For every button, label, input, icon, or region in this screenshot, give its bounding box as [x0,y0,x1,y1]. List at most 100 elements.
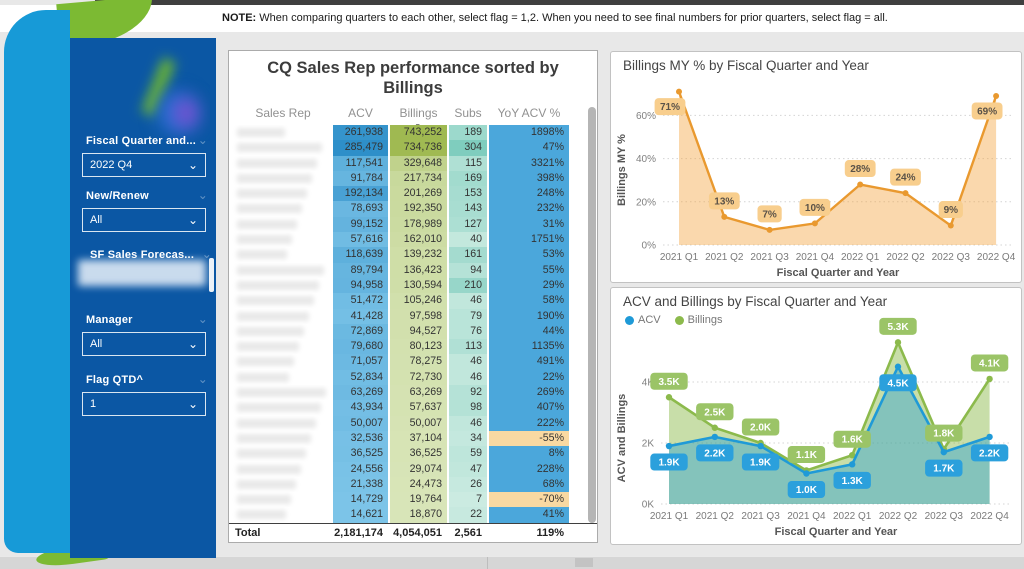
cell-sales-rep[interactable] [229,186,331,201]
sf-list-scrollbar[interactable] [209,258,214,292]
cell-sales-rep[interactable] [229,354,331,369]
cell-sales-rep[interactable] [229,217,331,232]
cell-acv[interactable]: 261,938 [333,125,388,140]
cell-billings[interactable]: 78,275 [390,354,447,369]
cell-billings[interactable]: 18,870 [390,507,447,522]
data-point[interactable] [986,376,992,382]
cell-acv[interactable]: 41,428 [333,309,388,324]
table-row[interactable]: 99,152178,98912731% [229,217,597,232]
cell-yoy-acv[interactable]: 190% [489,309,569,324]
cell-sales-rep[interactable] [229,446,331,461]
table-row[interactable]: 50,00750,00746222% [229,416,597,431]
cell-yoy-acv[interactable]: 41% [489,507,569,522]
data-point[interactable] [986,434,992,440]
table-row[interactable]: 14,72919,7647-70% [229,492,597,507]
cell-yoy-acv[interactable]: 248% [489,186,569,201]
manager-dropdown[interactable]: All⌄ [82,332,206,356]
cell-sales-rep[interactable] [229,247,331,262]
table-row[interactable]: 285,479734,73630447% [229,140,597,155]
table-row[interactable]: 192,134201,269153248% [229,186,597,201]
cell-sales-rep[interactable] [229,507,331,522]
cell-subs[interactable]: 46 [449,370,487,385]
cell-yoy-acv[interactable]: 44% [489,324,569,339]
cell-yoy-acv[interactable]: 55% [489,263,569,278]
cell-subs[interactable]: 169 [449,171,487,186]
cell-sales-rep[interactable] [229,385,331,400]
table-row[interactable]: 91,784217,734169398% [229,171,597,186]
cell-yoy-acv[interactable]: 68% [489,477,569,492]
table-row[interactable]: 51,472105,2464658% [229,293,597,308]
cell-yoy-acv[interactable]: 222% [489,416,569,431]
column-header-yoy-acv-[interactable]: YoY ACV % [489,103,569,125]
cell-billings[interactable]: 24,473 [390,477,447,492]
flag-qtd-dropdown[interactable]: 1⌄ [82,392,206,416]
cell-sales-rep[interactable] [229,339,331,354]
cell-sales-rep[interactable] [229,140,331,155]
cell-billings[interactable]: 217,734 [390,171,447,186]
cell-billings[interactable]: 37,104 [390,431,447,446]
cell-sales-rep[interactable] [229,125,331,140]
cell-sales-rep[interactable] [229,462,331,477]
cell-acv[interactable]: 21,338 [333,477,388,492]
cell-subs[interactable]: 22 [449,507,487,522]
cell-subs[interactable]: 59 [449,446,487,461]
cell-acv[interactable]: 78,693 [333,201,388,216]
cell-yoy-acv[interactable]: 29% [489,278,569,293]
cell-yoy-acv[interactable]: 407% [489,400,569,415]
cell-sales-rep[interactable] [229,370,331,385]
cell-acv[interactable]: 99,152 [333,217,388,232]
cell-subs[interactable]: 26 [449,477,487,492]
cell-sales-rep[interactable] [229,171,331,186]
table-row[interactable]: 14,62118,8702241% [229,507,597,522]
cell-billings[interactable]: 192,350 [390,201,447,216]
table-row[interactable]: 261,938743,2521891898% [229,125,597,140]
cell-subs[interactable]: 79 [449,309,487,324]
cell-acv[interactable]: 51,472 [333,293,388,308]
column-header-billings[interactable]: Billings▼ [390,103,447,125]
cell-billings[interactable]: 57,637 [390,400,447,415]
data-point[interactable] [903,190,909,196]
cell-acv[interactable]: 192,134 [333,186,388,201]
cell-acv[interactable]: 79,680 [333,339,388,354]
cell-subs[interactable]: 127 [449,217,487,232]
cell-sales-rep[interactable] [229,477,331,492]
column-header-sales-rep[interactable]: Sales Rep [229,103,331,125]
cell-billings[interactable]: 136,423 [390,263,447,278]
cell-yoy-acv[interactable]: 232% [489,201,569,216]
cell-yoy-acv[interactable]: 398% [489,171,569,186]
cell-yoy-acv[interactable]: 31% [489,217,569,232]
cell-subs[interactable]: 76 [449,324,487,339]
cell-yoy-acv[interactable]: 269% [489,385,569,400]
table-row[interactable]: 118,639139,23216153% [229,247,597,262]
cell-subs[interactable]: 34 [449,431,487,446]
table-row[interactable]: 36,52536,525598% [229,446,597,461]
cell-acv[interactable]: 118,639 [333,247,388,262]
table-row[interactable]: 57,616162,010401751% [229,232,597,247]
acv-billings-area-chart[interactable]: 0K2K4K2021 Q12021 Q22021 Q32021 Q42022 Q… [611,288,1021,544]
cell-subs[interactable]: 46 [449,354,487,369]
table-row[interactable]: 89,794136,4239455% [229,263,597,278]
cell-sales-rep[interactable] [229,309,331,324]
table-row[interactable]: 79,68080,1231131135% [229,339,597,354]
data-point[interactable] [712,425,718,431]
table-row[interactable]: 72,86994,5277644% [229,324,597,339]
cell-billings[interactable]: 50,007 [390,416,447,431]
cell-billings[interactable]: 63,269 [390,385,447,400]
cell-billings[interactable]: 734,736 [390,140,447,155]
cell-subs[interactable]: 7 [449,492,487,507]
cell-acv[interactable]: 24,556 [333,462,388,477]
cell-billings[interactable]: 139,232 [390,247,447,262]
data-point[interactable] [895,364,901,370]
cell-yoy-acv[interactable]: 53% [489,247,569,262]
cell-yoy-acv[interactable]: 58% [489,293,569,308]
table-row[interactable]: 78,693192,350143232% [229,201,597,216]
data-point[interactable] [666,394,672,400]
cell-subs[interactable]: 304 [449,140,487,155]
cell-acv[interactable]: 89,794 [333,263,388,278]
cell-subs[interactable]: 153 [449,186,487,201]
cell-sales-rep[interactable] [229,324,331,339]
data-point[interactable] [676,89,682,95]
cell-billings[interactable]: 29,074 [390,462,447,477]
cell-subs[interactable]: 115 [449,156,487,171]
cell-acv[interactable]: 36,525 [333,446,388,461]
